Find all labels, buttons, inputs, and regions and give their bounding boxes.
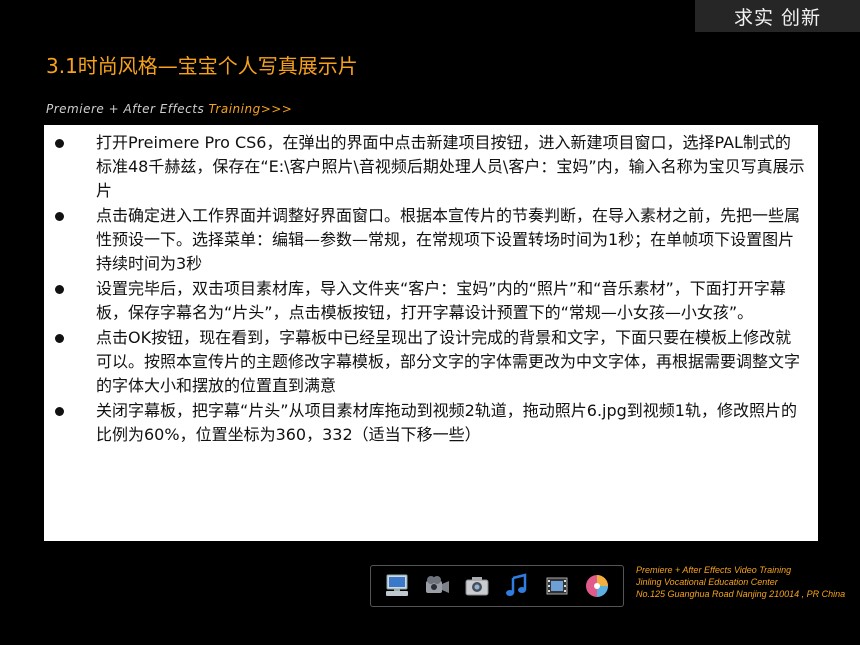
bullet-dot-icon	[55, 212, 64, 221]
bullet-dot-icon	[55, 407, 64, 416]
slide-title: 3.1时尚风格—宝宝个人写真展示片	[46, 54, 358, 78]
footer-line: No.125 Guanghua Road Nanjing 210014 , PR…	[636, 589, 846, 599]
color-disc-icon[interactable]	[583, 572, 611, 600]
video-camera-icon[interactable]	[423, 572, 451, 600]
list-item: 关闭字幕板，把字幕“片头”从项目素材库拖动到视频2轨道，拖动照片6.jpg到视频…	[44, 399, 806, 447]
film-icon[interactable]	[543, 572, 571, 600]
list-item: 点击确定进入工作界面并调整好界面窗口。根据本宣传片的节奏判断，在导入素材之前，先…	[44, 204, 806, 276]
media-icon-bar	[370, 565, 624, 607]
bullet-dot-icon	[55, 285, 64, 294]
footer-info: Premiere + After Effects Video Training …	[636, 564, 845, 600]
brand-slogan: 求实 创新	[695, 0, 860, 32]
content-panel: 打开Preimere Pro CS6，在弹出的界面中点击新建项目按钮，进入新建项…	[44, 125, 818, 541]
subtitle-prefix: Premiere + After Effects	[46, 102, 209, 116]
computer-icon[interactable]	[383, 572, 411, 600]
bullet-text: 打开Preimere Pro CS6，在弹出的界面中点击新建项目按钮，进入新建项…	[96, 133, 805, 200]
bullet-text: 点击OK按钮，现在看到，字幕板中已经呈现出了设计完成的背景和文字，下面只要在模板…	[96, 328, 801, 395]
footer-line: Jinling Vocational Education Center	[636, 577, 778, 587]
list-item: 点击OK按钮，现在看到，字幕板中已经呈现出了设计完成的背景和文字，下面只要在模板…	[44, 326, 806, 398]
list-item: 打开Preimere Pro CS6，在弹出的界面中点击新建项目按钮，进入新建项…	[44, 131, 806, 203]
bullet-text: 点击确定进入工作界面并调整好界面窗口。根据本宣传片的节奏判断，在导入素材之前，先…	[96, 206, 801, 273]
bullet-text: 关闭字幕板，把字幕“片头”从项目素材库拖动到视频2轨道，拖动照片6.jpg到视频…	[96, 401, 797, 444]
bullet-text: 设置完毕后，双击项目素材库，导入文件夹“客户：宝妈”内的“照片”和“音乐素材”，…	[96, 279, 786, 322]
bullet-dot-icon	[55, 139, 64, 148]
subtitle-highlight: Training>>>	[208, 102, 293, 116]
list-item: 设置完毕后，双击项目素材库，导入文件夹“客户：宝妈”内的“照片”和“音乐素材”，…	[44, 277, 806, 325]
music-note-icon[interactable]	[503, 572, 531, 600]
bullet-list: 打开Preimere Pro CS6，在弹出的界面中点击新建项目按钮，进入新建项…	[44, 131, 806, 447]
bullet-dot-icon	[55, 334, 64, 343]
photo-camera-icon[interactable]	[463, 572, 491, 600]
footer-line: Premiere + After Effects Video Training	[636, 565, 792, 575]
slide-subtitle: Premiere + After Effects Training>>>	[46, 102, 292, 116]
